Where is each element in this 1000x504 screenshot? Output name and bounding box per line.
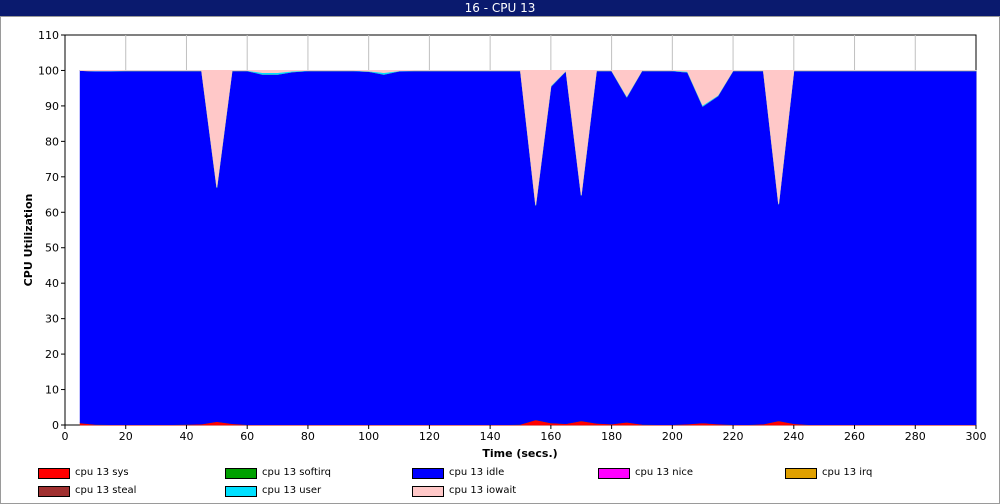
x-tick-label: 140 — [480, 430, 501, 443]
y-tick-label: 70 — [45, 171, 59, 184]
y-tick-label: 30 — [45, 313, 59, 326]
legend-label: cpu 13 iowait — [449, 485, 517, 496]
y-tick-label: 50 — [45, 242, 59, 255]
x-tick-label: 280 — [905, 430, 926, 443]
legend-label: cpu 13 sys — [75, 467, 129, 478]
x-tick-label: 60 — [240, 430, 254, 443]
x-tick-label: 0 — [62, 430, 69, 443]
y-tick-label: 40 — [45, 277, 59, 290]
x-tick-label: 20 — [119, 430, 133, 443]
y-tick-label: 80 — [45, 135, 59, 148]
x-tick-label: 300 — [966, 430, 987, 443]
x-tick-label: 200 — [662, 430, 683, 443]
x-tick-label: 120 — [419, 430, 440, 443]
legend-swatch — [412, 486, 444, 497]
legend-label: cpu 13 user — [262, 485, 322, 496]
legend-swatch — [785, 468, 817, 479]
y-tick-label: 20 — [45, 348, 59, 361]
y-tick-label: 60 — [45, 206, 59, 219]
y-tick-label: 100 — [38, 64, 59, 77]
legend: cpu 13 sys cpu 13 softirq cpu 13 idle cpu 1… — [0, 462, 1000, 504]
y-tick-label: 10 — [45, 384, 59, 397]
y-tick-label: 90 — [45, 100, 59, 113]
x-tick-label: 40 — [179, 430, 193, 443]
x-tick-label: 260 — [844, 430, 865, 443]
series-areas — [79, 70, 977, 426]
legend-label: cpu 13 nice — [635, 467, 694, 478]
legend-label: cpu 13 softirq — [262, 467, 331, 478]
legend-swatch — [225, 486, 257, 497]
legend-swatch — [598, 468, 630, 479]
x-tick-label: 220 — [723, 430, 744, 443]
x-tick-label: 160 — [540, 430, 561, 443]
legend-label: cpu 13 irq — [822, 467, 873, 478]
x-tick-label: 100 — [358, 430, 379, 443]
legend-swatch — [38, 486, 70, 497]
legend-swatch — [225, 468, 257, 479]
y-tick-label: 110 — [38, 29, 59, 42]
legend-swatch — [38, 468, 70, 479]
x-tick-label: 180 — [601, 430, 622, 443]
y-axis-title: CPU Utilization — [22, 194, 35, 287]
legend-label: cpu 13 idle — [449, 467, 505, 478]
cpu-utilization-chart: 0 20 40 60 80 100 120 140 160 180 200 220 240 260 280 3… — [22, 29, 987, 460]
x-axis-title: Time (secs.) — [482, 447, 557, 460]
legend-label: cpu 13 steal — [75, 485, 137, 496]
x-tick-label: 80 — [301, 430, 315, 443]
x-tick-label: 240 — [783, 430, 804, 443]
y-tick-label: 0 — [52, 419, 59, 432]
legend-swatch — [412, 468, 444, 479]
